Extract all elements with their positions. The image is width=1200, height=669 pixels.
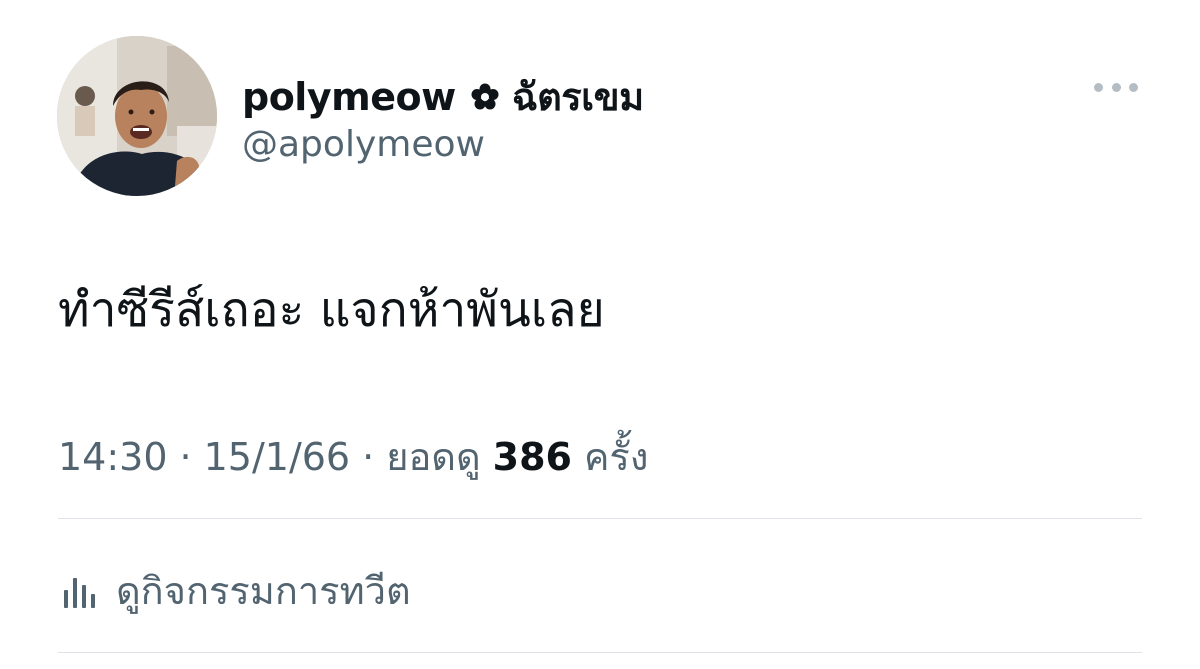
more-dot (1094, 82, 1103, 92)
views-count: 386 (492, 435, 572, 479)
more-dot (1129, 82, 1138, 92)
flower-icon (470, 82, 500, 112)
tweet-card: polymeow ฉัตรเขม @apolymeow ทำซีรีส์เถอะ… (0, 0, 1200, 669)
meta-separator: · (179, 435, 192, 479)
avatar[interactable] (57, 36, 217, 196)
divider (58, 518, 1142, 519)
more-dot (1111, 82, 1121, 92)
display-name-suffix: ฉัตรเขม (511, 75, 645, 119)
avatar-photo (57, 36, 217, 196)
divider (58, 652, 1142, 653)
display-name[interactable]: polymeow ฉัตรเขม (242, 66, 644, 127)
bar-chart-icon (62, 572, 96, 610)
display-name-text: polymeow (242, 74, 456, 119)
activity-label: ดูกิจกรรมการทวีต (116, 569, 411, 613)
tweet-text: ทำซีรีส์เถอะ แจกห้าพันเลย (58, 282, 605, 338)
more-horizontal-icon[interactable] (1090, 70, 1142, 104)
tweet-meta: 14:30 · 15/1/66 · ยอดดู 386 ครั้ง (58, 426, 648, 487)
view-tweet-activity-button[interactable]: ดูกิจกรรมการทวีต (62, 560, 411, 621)
meta-separator: · (362, 435, 375, 479)
tweet-date[interactable]: 15/1/66 (204, 435, 351, 479)
views-suffix: ครั้ง (583, 435, 649, 479)
tweet-time[interactable]: 14:30 (58, 435, 168, 479)
user-handle[interactable]: @apolymeow (242, 124, 485, 165)
views-prefix: ยอดดู (386, 435, 481, 479)
